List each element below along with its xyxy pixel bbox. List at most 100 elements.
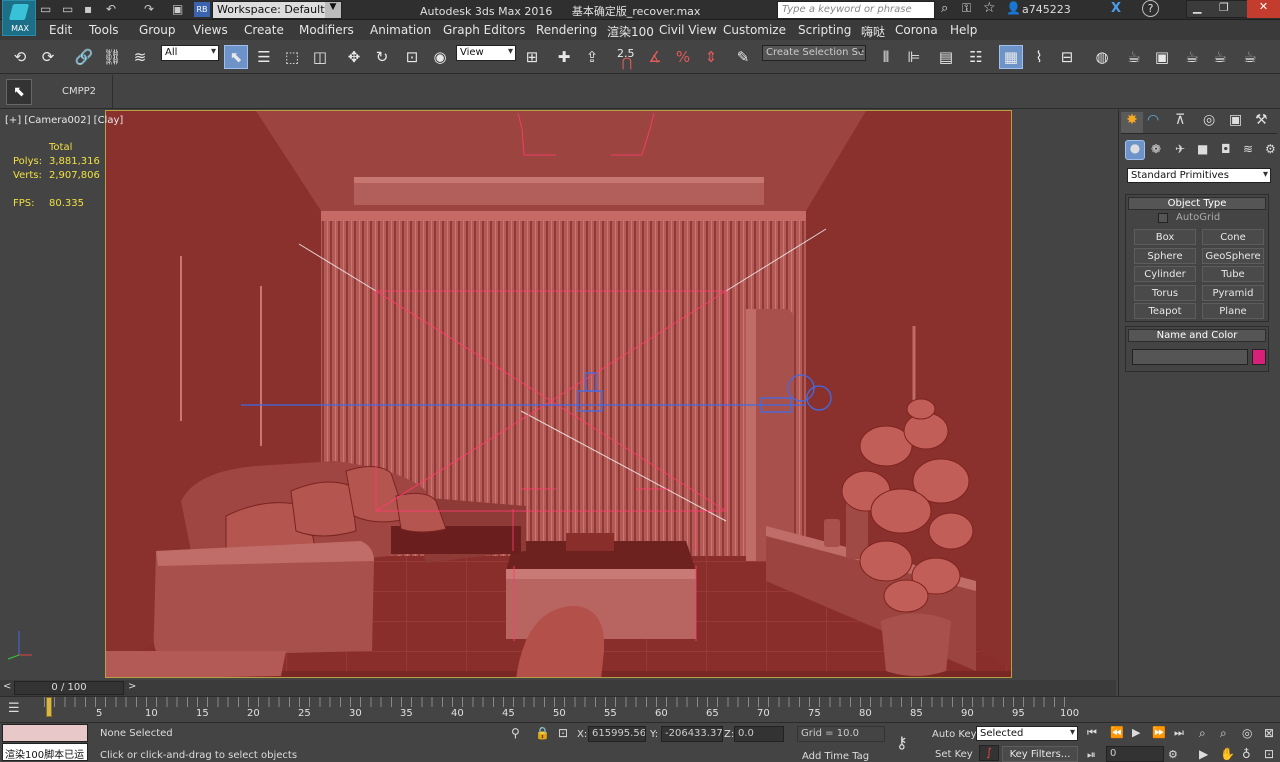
project-folder-icon[interactable]: ▣ [172, 2, 183, 16]
menu-views[interactable]: Views [193, 23, 228, 37]
select-by-name-icon[interactable]: ☰ [252, 45, 276, 69]
pyramid-button[interactable]: Pyramid [1202, 285, 1264, 301]
menu-help[interactable]: Help [950, 23, 977, 37]
sphere-button[interactable]: Sphere [1134, 248, 1196, 264]
y-coordinate-field[interactable]: -206433.37 [661, 726, 723, 742]
undo-icon[interactable]: ⟲ [8, 45, 32, 69]
minimize-icon[interactable]: ▁ [1193, 1, 1201, 14]
time-slider-prev-icon[interactable]: < [3, 681, 11, 692]
cylinder-button[interactable]: Cylinder [1134, 266, 1196, 282]
set-key-button[interactable]: Set Key [935, 749, 973, 760]
menu-render100[interactable]: 渲染100 [607, 23, 654, 40]
camera-viewport[interactable] [105, 110, 1012, 678]
key-mode-toggle-icon[interactable]: ⏯ [1087, 748, 1096, 762]
select-and-link-icon[interactable]: 🔗 [72, 45, 96, 69]
maximize-viewport-icon[interactable]: ⊡ [1264, 747, 1274, 761]
move-icon[interactable]: ✥ [342, 45, 366, 69]
search-icon[interactable]: ⌕ [941, 1, 948, 16]
lights-icon[interactable]: ✈ [1175, 142, 1185, 156]
menu-modifiers[interactable]: Modifiers [299, 23, 354, 37]
redo-icon[interactable]: ⟳ [36, 45, 60, 69]
key-icon[interactable]: ⚷ [896, 733, 908, 752]
place-icon[interactable]: ◉ [428, 45, 452, 69]
menu-corona[interactable]: Corona [895, 23, 938, 37]
workspace-selector[interactable]: Workspace: Default ▼ [212, 1, 342, 19]
edit-named-selection-icon[interactable]: ✎ [731, 45, 755, 69]
selection-lock-icon[interactable]: 🔒 [535, 726, 550, 740]
angle-snap-icon[interactable]: ∡ [643, 45, 667, 69]
select-object-icon[interactable]: ⬉ [224, 45, 248, 69]
user-name[interactable]: a745223 [1022, 3, 1071, 16]
previous-frame-icon[interactable]: ⏪ [1110, 726, 1124, 739]
reference-coordinate-dropdown[interactable]: View [456, 45, 516, 61]
render-setup-icon[interactable]: ☕ [1122, 45, 1146, 69]
default-tangent-icon[interactable]: ∫ [979, 745, 999, 761]
object-color-swatch[interactable] [1252, 349, 1266, 365]
menu-civil-view[interactable]: Civil View [659, 23, 717, 37]
object-name-input[interactable] [1132, 349, 1248, 365]
maxscript-listener-pink[interactable] [2, 724, 88, 742]
key-mode-dropdown[interactable]: Selected [976, 726, 1078, 741]
tube-button[interactable]: Tube [1202, 266, 1264, 282]
material-editor-icon[interactable]: ◍ [1090, 45, 1114, 69]
geometry-icon[interactable]: ● [1125, 140, 1145, 160]
new-file-icon[interactable]: ▭ [40, 2, 51, 16]
keyboard-shortcut-icon[interactable]: ⇪ [580, 45, 604, 69]
close-icon[interactable]: ✕ [1247, 0, 1280, 18]
restore-icon[interactable]: ❐ [1219, 1, 1229, 14]
render-activeshade-icon[interactable]: ☕ [1238, 45, 1262, 69]
box-button[interactable]: Box [1134, 229, 1196, 245]
pivot-center-icon[interactable]: ⊞ [520, 45, 544, 69]
orbit-icon[interactable]: ✋ [1220, 747, 1235, 761]
time-slider[interactable]: < 0 / 100 > [0, 680, 1116, 696]
go-to-end-icon[interactable]: ⏭ [1174, 726, 1184, 740]
walk-through-icon[interactable]: ▶ [1199, 747, 1208, 761]
scene-explorer-icon[interactable]: ☷ [964, 45, 988, 69]
render-production-icon[interactable]: ☕ [1180, 45, 1204, 69]
add-time-tag-button[interactable]: Add Time Tag [802, 751, 869, 762]
spinner-snap-icon[interactable]: ⇕ [699, 45, 723, 69]
unlink-icon[interactable]: ⛓ [100, 45, 124, 69]
geosphere-button[interactable]: GeoSphere [1202, 248, 1264, 264]
time-configuration-icon[interactable]: ⚙ [1168, 748, 1178, 761]
z-coordinate-field[interactable]: 0.0 [734, 726, 784, 742]
rendered-frame-window-icon[interactable]: ▣ [1150, 45, 1174, 69]
open-file-icon[interactable]: ▭ [62, 2, 73, 16]
menu-animation[interactable]: Animation [370, 23, 431, 37]
orbit-camera-icon[interactable]: ♁ [1242, 747, 1251, 761]
current-frame-marker[interactable] [46, 697, 52, 717]
utilities-tab-icon[interactable]: ⚒ [1255, 112, 1268, 128]
isolate-selection-icon[interactable]: ⚲ [511, 726, 520, 740]
user-icon[interactable]: 👤 [1006, 1, 1021, 15]
menu-rendering[interactable]: Rendering [536, 23, 597, 37]
menu-graph-editors[interactable]: Graph Editors [443, 23, 525, 37]
window-crossing-icon[interactable]: ◫ [308, 45, 332, 69]
track-bar[interactable]: ☰ 5 10 15 20 25 30 35 40 45 50 55 60 65 … [0, 696, 1280, 722]
pan-icon[interactable]: ⊠ [1264, 726, 1274, 740]
auto-key-button[interactable]: Auto Key [932, 729, 977, 740]
workspace-badge[interactable]: RB [194, 2, 210, 17]
hierarchy-tab-icon[interactable]: ⊼ [1175, 112, 1185, 128]
rotate-icon[interactable]: ↻ [370, 45, 394, 69]
bind-space-warp-icon[interactable]: ≋ [128, 45, 152, 69]
time-slider-next-icon[interactable]: > [128, 681, 136, 692]
named-selection-dropdown[interactable]: Create Selection Se [762, 45, 866, 61]
play-icon[interactable]: ▶ [1132, 726, 1140, 739]
undo-icon[interactable]: ↶ [106, 2, 116, 16]
cone-button[interactable]: Cone [1202, 229, 1264, 245]
render-iterative-icon[interactable]: ☕ [1208, 45, 1232, 69]
subscription-icon[interactable]: ⚿ [962, 1, 971, 16]
teapot-button[interactable]: Teapot [1134, 303, 1196, 319]
primitive-category-dropdown[interactable]: Standard Primitives [1127, 168, 1271, 183]
next-frame-icon[interactable]: ⏩ [1152, 726, 1166, 739]
absolute-mode-icon[interactable]: ⊡ [558, 726, 568, 740]
mini-curve-editor-icon[interactable]: ☰ [8, 701, 20, 716]
name-color-header[interactable]: Name and Color [1128, 329, 1266, 342]
menu-tools[interactable]: Tools [89, 23, 119, 37]
systems-icon[interactable]: ⚙ [1265, 142, 1276, 156]
selection-filter-dropdown[interactable]: All [161, 45, 219, 61]
layer-manager-icon[interactable]: ▤ [934, 45, 958, 69]
save-file-icon[interactable]: ▪ [84, 2, 92, 16]
align-icon[interactable]: ⊫ [902, 45, 926, 69]
app-logo[interactable]: MAX [2, 0, 36, 36]
